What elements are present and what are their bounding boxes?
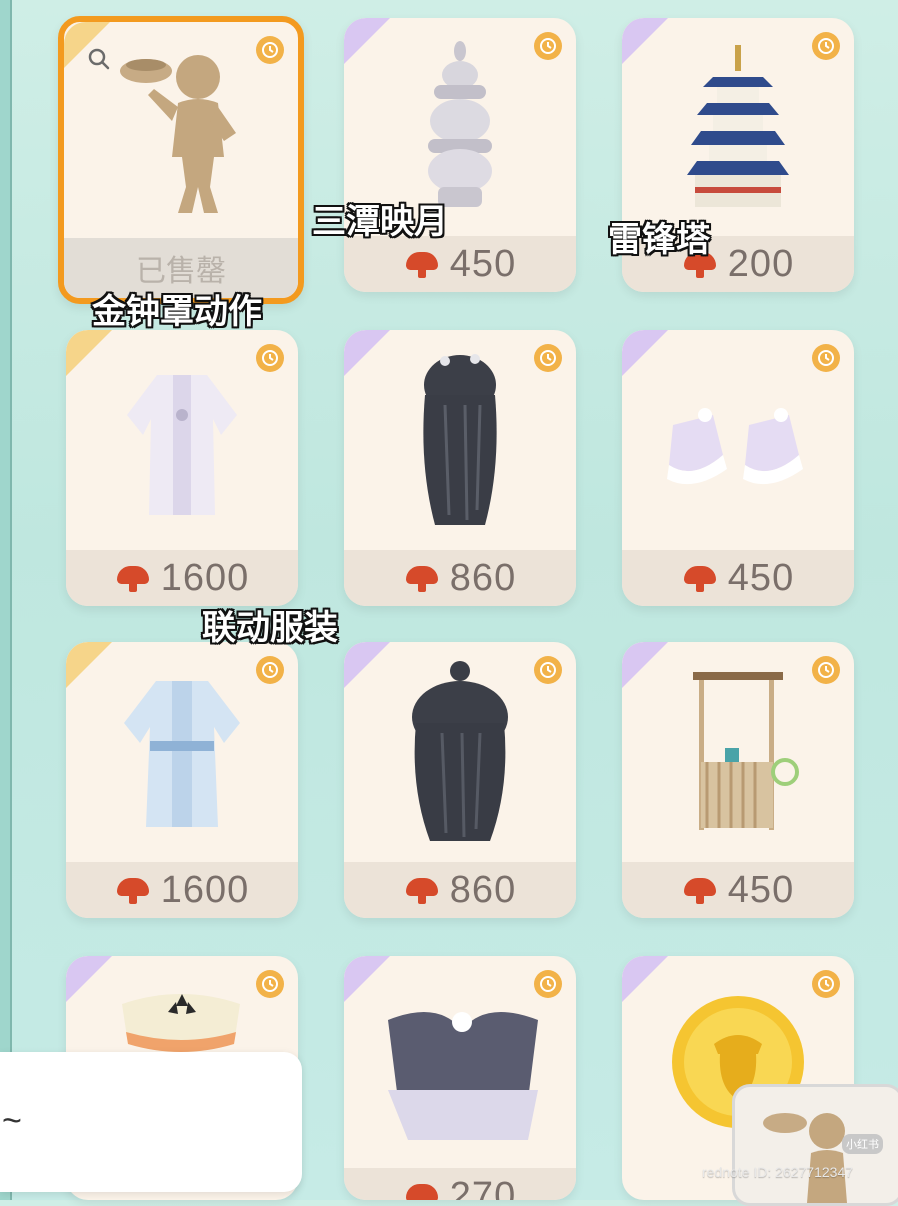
- brand-tag: 小红书: [842, 1134, 883, 1154]
- price-label: 270: [449, 1174, 517, 1201]
- item-card-shoes-lilac[interactable]: 450: [622, 330, 854, 606]
- currency-icon: [404, 564, 440, 592]
- card-corner: [344, 956, 390, 1002]
- price-bar: 860: [344, 862, 576, 918]
- gesture-figure-icon: [64, 22, 298, 232]
- price-label: 1600: [160, 868, 250, 911]
- item-card-outfit-blue[interactable]: 1600: [66, 642, 298, 918]
- shoes-icon: [622, 330, 854, 550]
- price-label: 200: [727, 242, 795, 285]
- price-bar: 1600: [66, 862, 298, 918]
- price-bar: 450: [344, 236, 576, 292]
- long-hair-icon: [344, 330, 576, 550]
- item-card-outfit-white[interactable]: 1600: [66, 330, 298, 606]
- item-card-hair-bun-black[interactable]: 860: [344, 642, 576, 918]
- currency-icon: [404, 250, 440, 278]
- bow-hair-icon: [378, 1000, 548, 1155]
- white-robe-icon: [66, 330, 298, 550]
- bun-hair-icon: [344, 642, 576, 862]
- left-edge-strip: [0, 0, 12, 1200]
- currency-icon: [115, 564, 151, 592]
- annotation-collab-outfit: 联动服装: [202, 609, 338, 647]
- floating-panel[interactable]: ~: [0, 1052, 302, 1192]
- clock-icon: [256, 970, 284, 998]
- price-bar: 1600: [66, 550, 298, 606]
- clock-icon: [534, 970, 562, 998]
- watermark-text: rednote ID: 2627712347: [702, 1164, 854, 1180]
- card-corner: [66, 956, 112, 1002]
- price-label: 860: [449, 556, 517, 599]
- price-bar: 270: [344, 1168, 576, 1200]
- annotation-leifeng-tower: 雷锋塔: [608, 221, 710, 259]
- price-bar: 450: [622, 862, 854, 918]
- currency-icon: [682, 564, 718, 592]
- price-label: 450: [727, 556, 795, 599]
- item-card-vendor-cart[interactable]: 450: [622, 642, 854, 918]
- currency-icon: [682, 876, 718, 904]
- item-card-hair-bow[interactable]: 270: [344, 956, 576, 1200]
- price-label: 450: [449, 242, 517, 285]
- card-corner: [622, 956, 668, 1002]
- item-card-santan-yinyue[interactable]: 450: [344, 18, 576, 292]
- annotation-gold-bell-action: 金钟罩动作: [92, 293, 262, 331]
- tilde-text: ~: [2, 1102, 22, 1140]
- clock-icon: [812, 970, 840, 998]
- price-bar: 450: [622, 550, 854, 606]
- currency-icon: [404, 1182, 440, 1200]
- price-bar: 860: [344, 550, 576, 606]
- vendor-cart-icon: [622, 642, 854, 862]
- blue-robe-icon: [66, 642, 298, 862]
- item-card-hair-long-black[interactable]: 860: [344, 330, 576, 606]
- annotation-santan-yinyue: 三潭映月: [312, 203, 448, 241]
- currency-icon: [404, 876, 440, 904]
- price-label: 860: [449, 868, 517, 911]
- item-card-gold-bell-action[interactable]: 已售罄: [58, 16, 304, 304]
- price-label: 1600: [160, 556, 250, 599]
- price-label: 450: [727, 868, 795, 911]
- currency-icon: [115, 876, 151, 904]
- pagoda-tower-icon: [622, 18, 854, 236]
